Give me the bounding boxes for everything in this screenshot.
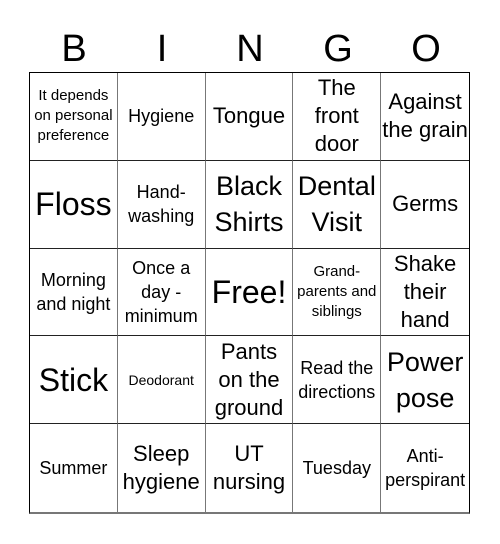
- bingo-cell[interactable]: Pants on the ground: [205, 336, 294, 425]
- cell-text: Floss: [35, 186, 112, 223]
- cell-text: Grand-parents and siblings: [297, 262, 377, 320]
- bingo-cell[interactable]: Power pose: [381, 336, 469, 425]
- cell-text: Sleep hygiene: [122, 441, 200, 495]
- cell-text: Pants on the ground: [214, 338, 284, 420]
- bingo-cell[interactable]: Floss: [30, 160, 118, 249]
- bingo-cell[interactable]: Tongue: [205, 73, 294, 161]
- bingo-cell[interactable]: The front door: [293, 73, 382, 161]
- bingo-grid: It depends on personal preference Hygien…: [29, 72, 470, 514]
- cell-text: Shake their hand: [393, 250, 457, 332]
- bingo-header: B I N G O: [30, 26, 470, 72]
- bingo-cell[interactable]: Against the grain: [381, 73, 469, 161]
- bingo-cell[interactable]: Deodorant: [117, 336, 206, 425]
- bingo-cell[interactable]: UT nursing: [206, 424, 294, 512]
- header-letter-g: G: [323, 28, 353, 70]
- cell-text: Morning and night: [36, 269, 111, 314]
- bingo-cell[interactable]: Hygiene: [117, 73, 206, 161]
- cell-text: Deodorant: [128, 371, 194, 388]
- bingo-cell[interactable]: Shake their hand: [381, 249, 469, 337]
- bingo-cell[interactable]: Tuesday: [293, 424, 382, 512]
- cell-text: Power pose: [386, 346, 464, 413]
- bingo-cell[interactable]: Germs: [381, 161, 469, 249]
- bingo-cell[interactable]: It depends on personal preference: [30, 73, 118, 161]
- cell-text: Free!: [211, 273, 287, 310]
- cell-text: It depends on personal preference: [34, 87, 113, 145]
- cell-text: UT nursing: [212, 441, 286, 495]
- cell-text: The front door: [314, 75, 359, 157]
- bingo-cell[interactable]: Sleep hygiene: [118, 424, 206, 512]
- bingo-cell[interactable]: Dental Visit: [293, 160, 382, 249]
- cell-text: Tuesday: [302, 458, 371, 479]
- free-space-cell[interactable]: Free!: [205, 248, 294, 337]
- cell-text: Read the directions: [298, 357, 376, 402]
- bingo-cell[interactable]: Black Shirts: [205, 160, 294, 249]
- bingo-cell[interactable]: Once a day - minimum: [117, 248, 206, 337]
- cell-text: Hygiene: [128, 106, 195, 127]
- cell-text: Tongue: [212, 103, 286, 129]
- cell-text: Anti-perspirant: [385, 446, 466, 491]
- bingo-cell[interactable]: Hand-washing: [117, 160, 206, 249]
- bingo-cell[interactable]: Summer: [30, 424, 118, 512]
- cell-text: Stick: [38, 361, 109, 398]
- bingo-cell[interactable]: Read the directions: [293, 336, 382, 425]
- cell-text: Hand-washing: [128, 182, 195, 227]
- bingo-cell[interactable]: Stick: [30, 336, 118, 425]
- cell-text: Summer: [39, 458, 108, 479]
- cell-text: Black Shirts: [214, 171, 284, 238]
- header-letter-b: B: [61, 28, 87, 70]
- cell-text: Germs: [392, 191, 459, 217]
- bingo-cell[interactable]: Anti-perspirant: [381, 424, 469, 512]
- cell-text: Dental Visit: [297, 171, 376, 238]
- header-letter-n: N: [236, 28, 264, 70]
- bingo-cell[interactable]: Morning and night: [30, 248, 118, 337]
- cell-text: Once a day - minimum: [124, 257, 198, 326]
- header-letter-o: O: [411, 28, 441, 70]
- cell-text: Against the grain: [382, 89, 468, 143]
- bingo-cell[interactable]: Grand-parents and siblings: [293, 248, 382, 337]
- header-letter-i: I: [156, 28, 168, 70]
